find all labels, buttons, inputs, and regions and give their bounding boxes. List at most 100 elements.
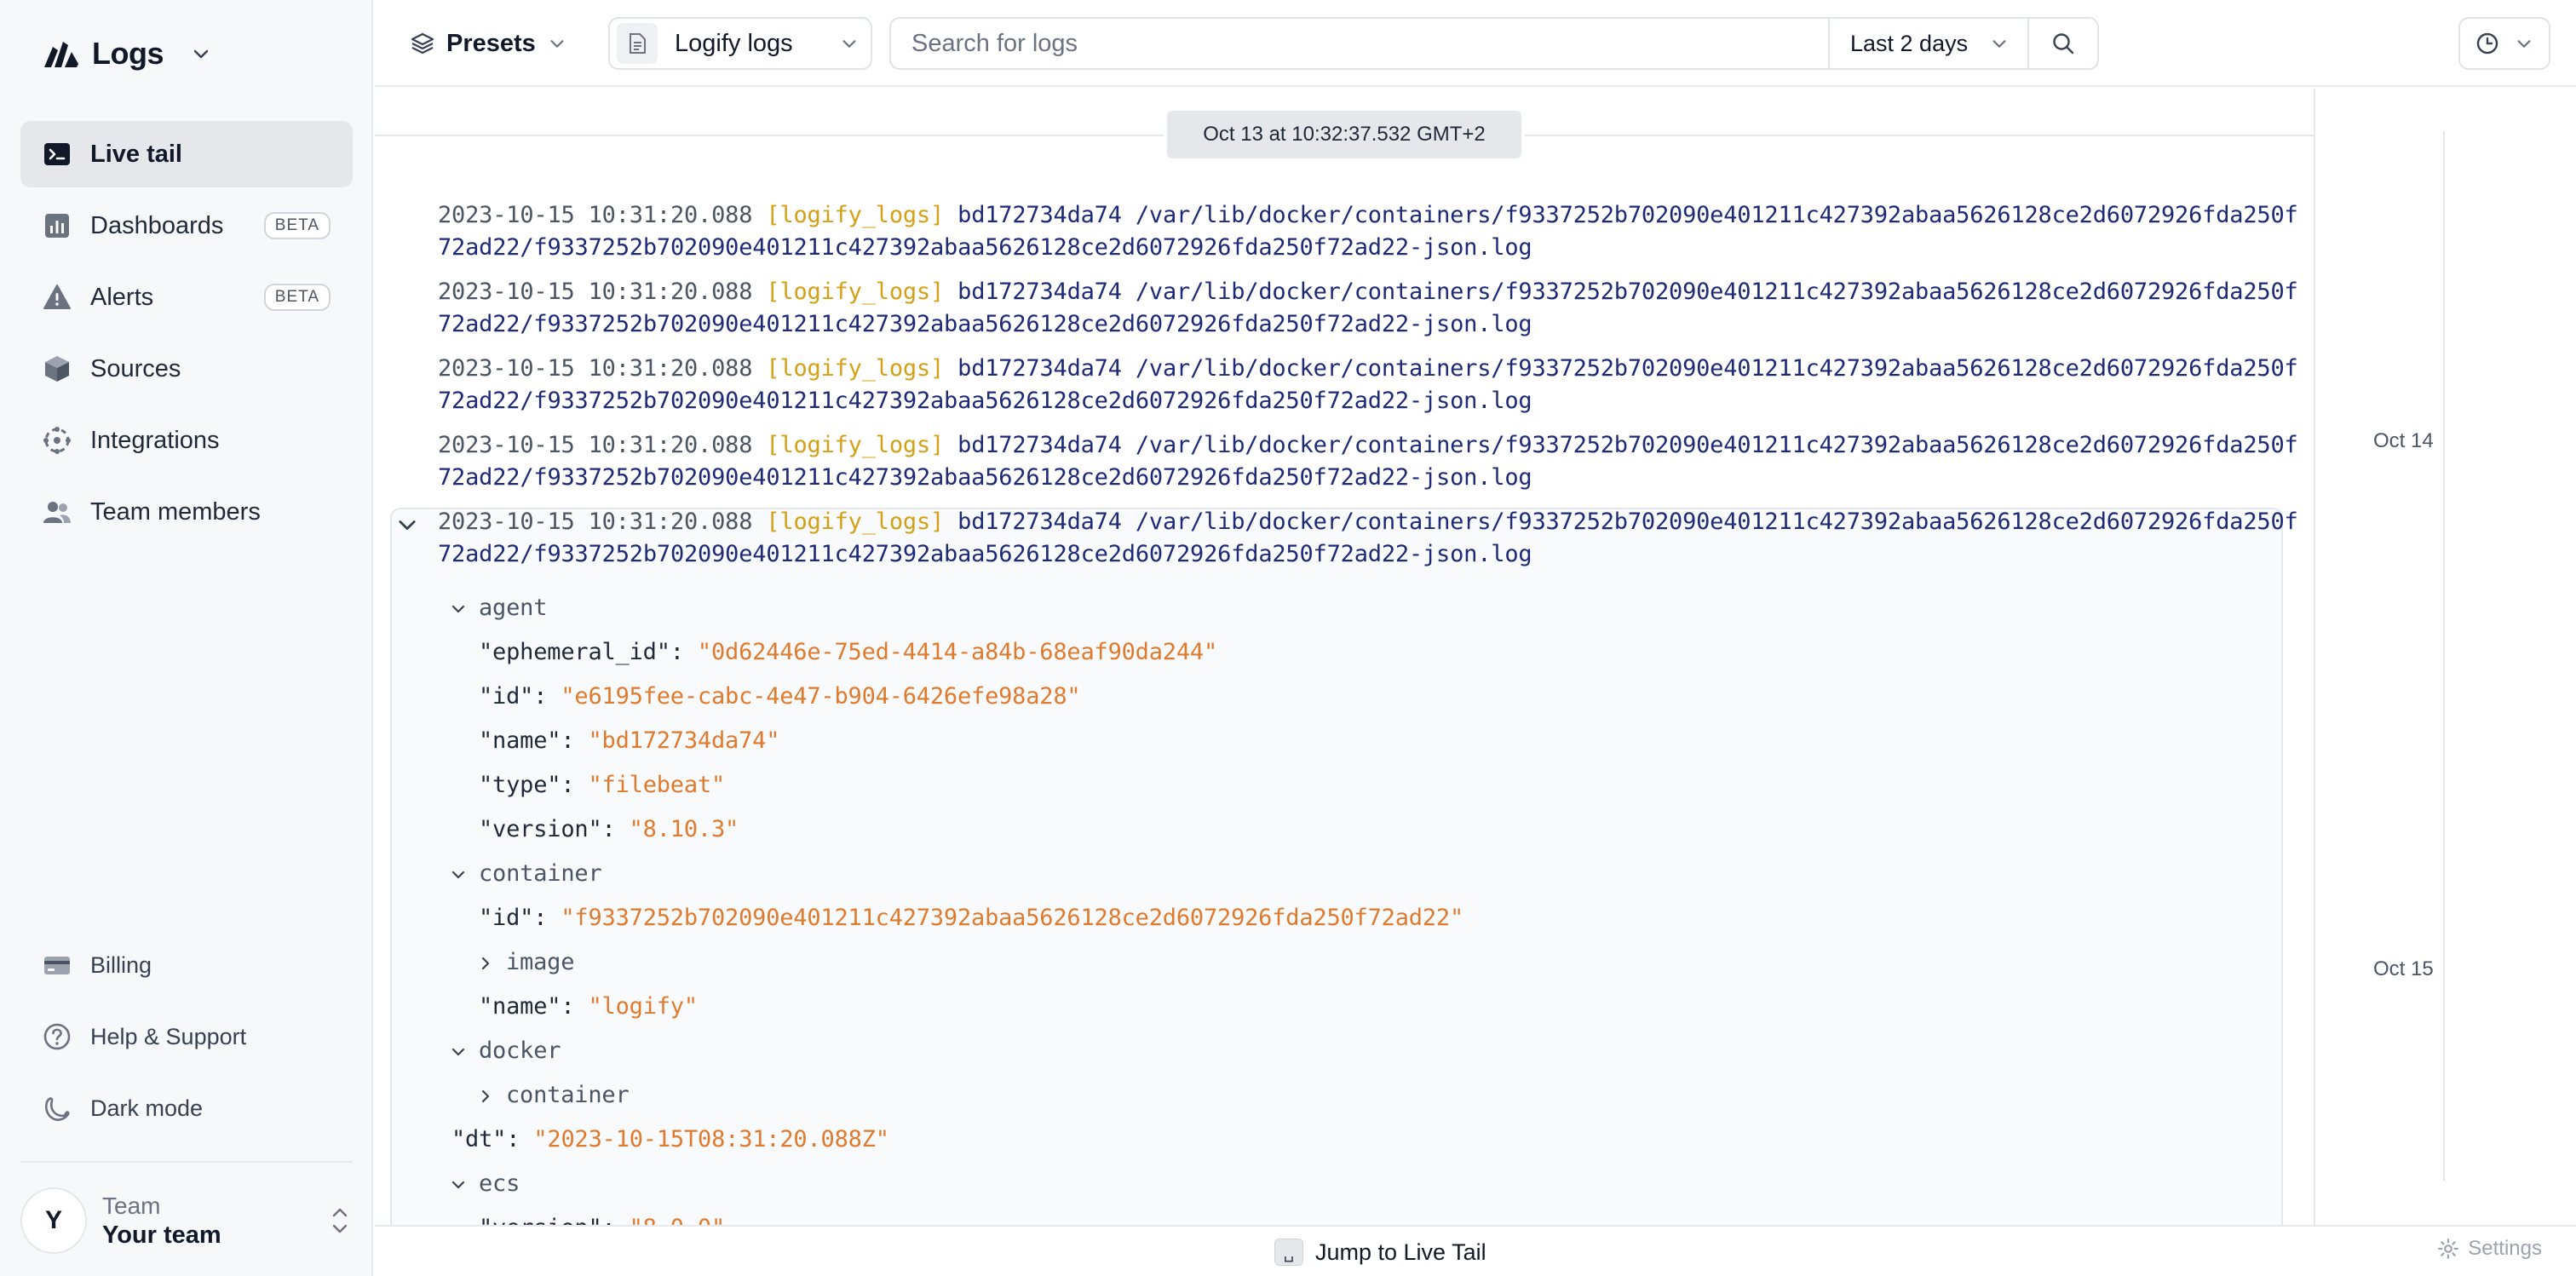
- sidebar-item-label: Alerts: [90, 283, 154, 311]
- search-button[interactable]: [2027, 19, 2097, 68]
- date-marker: Oct 13 at 10:32:37.532 GMT+2: [1164, 107, 1525, 162]
- time-range-label: Last 2 days: [1850, 30, 1969, 56]
- search-bar: Last 2 days: [889, 17, 2099, 70]
- jump-to-live-tail-button[interactable]: ␣ Jump to Live Tail: [1274, 1235, 1486, 1269]
- log-row[interactable]: 2023-10-15 10:31:20.088 [logify_logs] bd…: [438, 429, 2298, 494]
- log-row[interactable]: 2023-10-15 10:31:20.088 [logify_logs] bd…: [438, 199, 2298, 264]
- jump-label: Jump to Live Tail: [1315, 1239, 1486, 1265]
- document-icon: [630, 33, 646, 54]
- secondary-nav: Billing Help & Support Dark mode: [20, 932, 353, 1147]
- help-icon: [43, 1023, 71, 1050]
- sidebar-item-team-members[interactable]: Team members: [20, 479, 353, 545]
- sidebar-item-label: Help & Support: [90, 1023, 247, 1049]
- tree-group-image[interactable]: image: [477, 947, 574, 978]
- sidebar-item-live-tail[interactable]: Live tail: [20, 121, 353, 187]
- team-label: Team: [102, 1192, 161, 1219]
- cube-icon: [45, 356, 69, 382]
- timeline-tick: Oct 14: [2373, 429, 2434, 452]
- tree-field: "id": "f9337252b702090e401211c427392abaa…: [479, 905, 1464, 931]
- tree-group-ecs[interactable]: ecs: [450, 1169, 520, 1199]
- log-row[interactable]: 2023-10-15 10:31:20.088 [logify_logs] bd…: [438, 276, 2298, 341]
- sidebar-item-label: Billing: [90, 951, 152, 978]
- timeline-axis: [2443, 131, 2445, 1181]
- sidebar-item-label: Dark mode: [90, 1095, 204, 1121]
- avatar: Y: [20, 1187, 87, 1254]
- time-settings-button[interactable]: [2458, 17, 2550, 70]
- keyboard-shortcut: ␣: [1274, 1239, 1303, 1266]
- sidebar-item-alerts[interactable]: Alerts BETA: [20, 264, 353, 330]
- tree-field: "type": "filebeat": [479, 772, 726, 798]
- beta-badge: BETA: [263, 212, 331, 239]
- credit-card-icon: [44, 957, 70, 974]
- chevron-down-icon: [1992, 40, 2006, 48]
- chevron-down-icon: [2517, 40, 2531, 48]
- sidebar: Logs Live tail Dashboards BETA Alerts BE…: [0, 0, 373, 1276]
- warning-icon: [43, 285, 71, 309]
- bar-chart-icon: [45, 214, 69, 238]
- tree-field: "name": "logify": [479, 993, 698, 1020]
- sidebar-item-label: Live tail: [90, 140, 182, 168]
- sidebar-item-label: Sources: [90, 354, 181, 382]
- beta-badge: BETA: [263, 284, 331, 311]
- sidebar-item-label: Dashboards: [90, 211, 224, 239]
- sidebar-item-label: Integrations: [90, 426, 220, 454]
- integrations-icon: [43, 427, 71, 454]
- log-row[interactable]: 2023-10-15 10:31:20.088 [logify_logs] bd…: [438, 353, 2298, 417]
- chevron-down-icon: [550, 40, 564, 48]
- sidebar-item-integrations[interactable]: Integrations: [20, 407, 353, 474]
- toolbar: Presets Logify logs Last 2 days: [375, 0, 2576, 87]
- app-switcher[interactable]: Logs: [43, 32, 211, 75]
- source-label: Logify logs: [675, 29, 793, 57]
- layers-icon: [411, 32, 434, 55]
- team-switcher[interactable]: Y Team Your team: [20, 1184, 353, 1257]
- chevron-right-icon: [481, 1089, 490, 1102]
- moon-icon: [44, 1097, 70, 1121]
- clock-icon: [2476, 32, 2498, 55]
- presets-dropdown[interactable]: Presets: [399, 17, 578, 70]
- tree-field: "id": "e6195fee-cabc-4e47-b904-6426efe98…: [479, 683, 1081, 710]
- tree-field: "version": "8.10.3": [479, 816, 739, 842]
- time-range-select[interactable]: Last 2 days: [1828, 19, 2027, 68]
- team-info: Team Your team: [102, 1193, 327, 1250]
- search-input[interactable]: [891, 19, 1828, 68]
- terminal-icon: [44, 143, 70, 165]
- chevron-down-icon[interactable]: [395, 513, 419, 537]
- chevron-down-icon: [451, 605, 465, 612]
- users-icon: [43, 502, 71, 523]
- settings-label: Settings: [2468, 1237, 2542, 1260]
- tree-group-docker-container[interactable]: container: [477, 1080, 630, 1111]
- chevron-down-icon: [451, 1048, 465, 1055]
- main-nav: Live tail Dashboards BETA Alerts BETA So…: [20, 121, 353, 550]
- log-row-expanded[interactable]: 2023-10-15 10:31:20.088 [logify_logs] bd…: [438, 506, 2298, 571]
- tree-field: "version": "8.0.0": [479, 1213, 725, 1225]
- chevron-right-icon: [481, 957, 490, 969]
- sidebar-divider: [20, 1161, 353, 1163]
- footer-bar: ␣ Jump to Live Tail Settings: [375, 1225, 2576, 1276]
- tree-group-docker[interactable]: docker: [450, 1036, 561, 1066]
- chevron-down-icon: [193, 49, 209, 59]
- log-stream: Oct 13 at 10:32:37.532 GMT+2 2023-10-15 …: [375, 89, 2314, 1225]
- tree-field: "name": "bd172734da74": [479, 727, 780, 754]
- team-name: Your team: [102, 1221, 221, 1249]
- expanded-log-entry: [390, 508, 2283, 1225]
- presets-label: Presets: [446, 29, 536, 57]
- source-select[interactable]: Logify logs: [608, 17, 872, 70]
- sidebar-item-dashboards[interactable]: Dashboards BETA: [20, 193, 353, 259]
- chevron-down-icon: [842, 40, 856, 48]
- tree-group-container[interactable]: container: [450, 859, 602, 889]
- logtail-logo-icon: [44, 42, 78, 67]
- gear-icon: [2438, 1239, 2459, 1259]
- dark-mode-toggle[interactable]: Dark mode: [20, 1075, 353, 1141]
- settings-button[interactable]: Settings: [2437, 1237, 2542, 1261]
- sidebar-item-label: Team members: [90, 497, 261, 526]
- timeline-scrubber[interactable]: Oct 14 Oct 15: [2314, 89, 2576, 1225]
- chevron-down-icon: [451, 1181, 465, 1188]
- sidebar-item-billing[interactable]: Billing: [20, 932, 353, 998]
- timeline-tick: Oct 15: [2373, 957, 2434, 980]
- app-name: Logs: [92, 36, 164, 71]
- chevron-up-down-icon: [332, 1208, 348, 1233]
- tree-group-agent[interactable]: agent: [450, 593, 547, 624]
- sidebar-item-help-support[interactable]: Help & Support: [20, 1003, 353, 1070]
- tree-field: "dt": "2023-10-15T08:31:20.088Z": [451, 1126, 889, 1152]
- sidebar-item-sources[interactable]: Sources: [20, 336, 353, 402]
